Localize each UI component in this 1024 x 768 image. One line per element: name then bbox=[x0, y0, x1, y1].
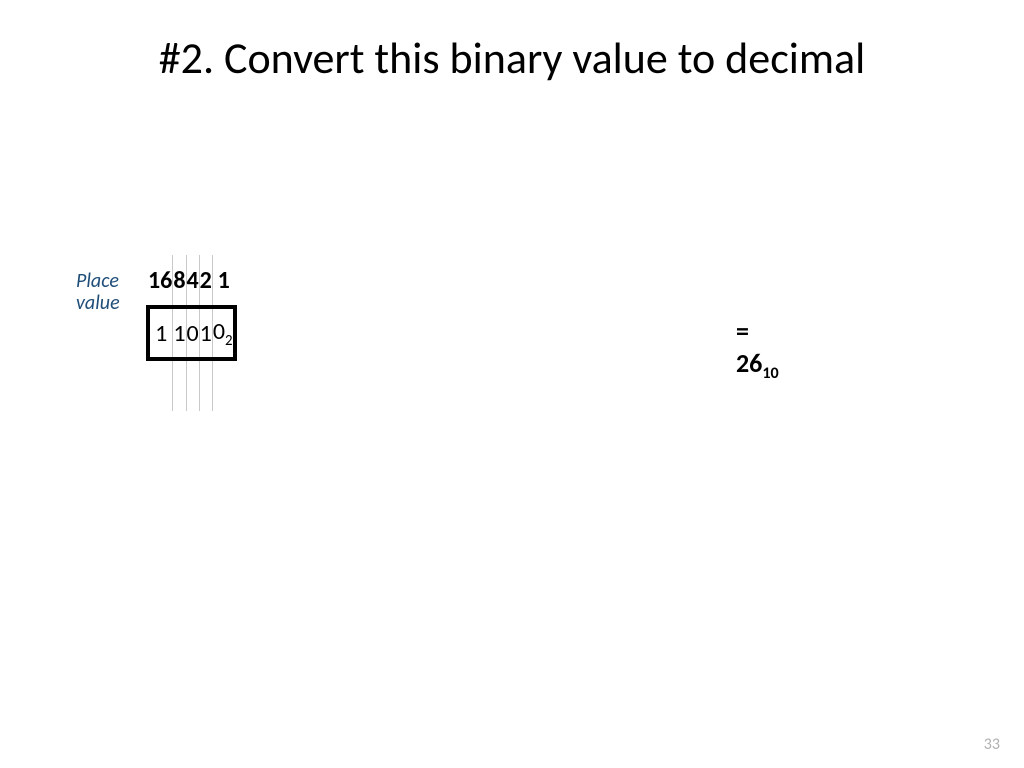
binary-value-row: 1 1 0 1 02 bbox=[148, 307, 235, 359]
binary-grid: 16 8 4 2 1 1 1 0 1 02 bbox=[146, 255, 237, 411]
place-value-cell: 1 bbox=[212, 255, 234, 307]
page-number: 33 bbox=[984, 735, 1000, 754]
empty-row bbox=[148, 359, 235, 411]
place-value-cell: 4 bbox=[186, 255, 199, 307]
binary-digit: 0 bbox=[213, 317, 225, 346]
binary-base-subscript: 2 bbox=[225, 331, 233, 349]
place-value-cell: 2 bbox=[199, 255, 212, 307]
place-value-cell: 16 bbox=[148, 255, 173, 307]
binary-digit-cell: 1 bbox=[173, 307, 186, 359]
place-value-label: Place value bbox=[76, 270, 120, 314]
binary-digit-cell-last: 02 bbox=[212, 307, 234, 359]
place-value-label-line2: value bbox=[76, 291, 120, 315]
place-value-label-line1: Place bbox=[76, 269, 119, 293]
place-value-row: 16 8 4 2 1 bbox=[148, 255, 235, 307]
binary-digit-cell: 1 bbox=[199, 307, 212, 359]
result-base-subscript: 10 bbox=[762, 364, 778, 383]
binary-digit-cell: 0 bbox=[186, 307, 199, 359]
place-value-cell: 8 bbox=[173, 255, 186, 307]
decimal-result: = 2610 bbox=[736, 315, 779, 383]
slide-title: #2. Convert this binary value to decimal bbox=[0, 0, 1024, 85]
result-value: = 26 bbox=[736, 315, 762, 379]
binary-digit-cell: 1 bbox=[148, 307, 173, 359]
